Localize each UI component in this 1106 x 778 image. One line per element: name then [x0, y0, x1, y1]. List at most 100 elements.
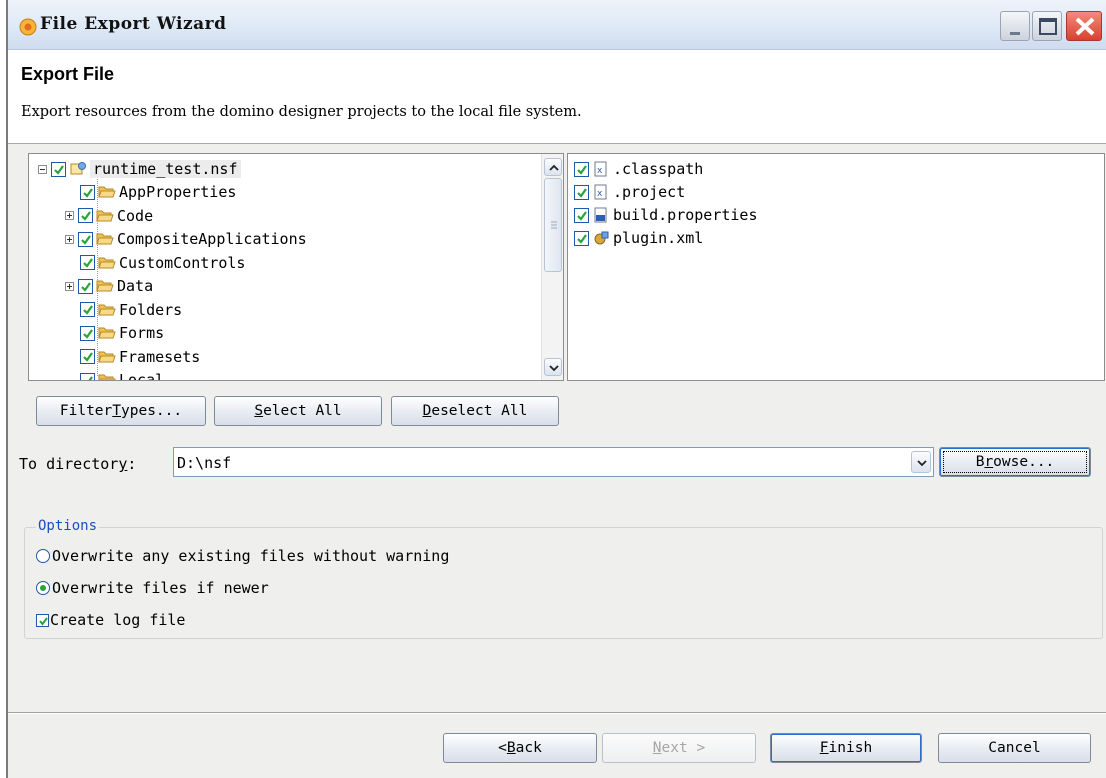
tree-item-label: Local [119, 371, 165, 381]
scroll-down-button[interactable] [544, 358, 562, 376]
export-wizard-window: File Export Wizard Export File Export re… [6, 0, 1106, 778]
directory-dropdown-button[interactable] [911, 451, 931, 473]
folder-icon [98, 374, 116, 380]
create-log-option[interactable]: Create log file [36, 611, 185, 629]
xml-file-icon: x [594, 161, 607, 177]
xml-file-icon: x [594, 184, 607, 200]
checkbox[interactable] [574, 230, 589, 246]
tree-item[interactable]: AppProperties [65, 181, 236, 203]
tree-item-label: CompositeApplications [117, 230, 307, 248]
folder-icon [98, 327, 116, 339]
folder-icon [98, 304, 116, 315]
tree-item[interactable]: Data [65, 275, 153, 297]
app-icon [19, 18, 37, 36]
svg-text:x: x [597, 166, 603, 176]
file-item-label: .project [613, 183, 686, 201]
chevron-down-icon [549, 365, 559, 372]
tree-item[interactable]: CustomControls [65, 252, 245, 274]
tree-item[interactable]: Code [65, 205, 153, 227]
checkbox[interactable] [78, 208, 93, 223]
footer-separator [8, 712, 1106, 714]
finish-button[interactable]: Finish [770, 733, 922, 763]
tree-item[interactable]: Folders [65, 299, 182, 321]
file-item-label: plugin.xml [613, 229, 704, 247]
tree-root[interactable]: runtime_test.nsf [38, 158, 241, 180]
checkbox[interactable] [80, 349, 95, 364]
tree-item-label: Data [117, 277, 154, 295]
tree-item[interactable]: Framesets [65, 346, 200, 368]
checkbox[interactable] [78, 231, 93, 247]
filter-types-button[interactable]: Filter Types... [36, 396, 206, 426]
close-icon [1075, 17, 1095, 36]
plugin-file-icon [594, 231, 609, 245]
select-all-button[interactable]: Select All [214, 396, 382, 426]
browse-button[interactable]: Br owse... [939, 447, 1091, 477]
folder-icon [96, 280, 114, 292]
file-item[interactable]: build.properties [574, 204, 758, 226]
overwrite-if-newer-option[interactable]: Overwrite files if newer [36, 579, 269, 597]
tree-item-label: Code [117, 206, 154, 225]
deselect-all-button[interactable]: Deselect All [391, 396, 559, 426]
folder-icon [98, 186, 116, 198]
checkbox[interactable] [80, 255, 95, 270]
checkbox[interactable] [78, 278, 93, 294]
file-item[interactable]: x .classpath [574, 158, 703, 180]
tree-item-label: CustomControls [119, 253, 246, 272]
checkbox[interactable] [574, 184, 589, 200]
checkbox[interactable] [51, 161, 66, 177]
checkbox[interactable] [80, 372, 95, 380]
tree-item[interactable]: Local [65, 369, 165, 381]
folder-icon [96, 210, 114, 221]
page-description: Export resources from the domino designe… [21, 104, 582, 120]
file-list[interactable]: x .classpath x .project build.properties plug… [567, 153, 1105, 381]
tree-item[interactable]: CompositeApplications [65, 228, 307, 250]
folder-icon [96, 233, 114, 245]
project-tree[interactable]: runtime_test.nsf AppProperties Code Compos… [28, 153, 564, 381]
window-title: File Export Wizard [40, 14, 227, 34]
svg-text:x: x [597, 189, 603, 199]
file-item[interactable]: plugin.xml [574, 227, 703, 249]
tree-scrollbar[interactable] [541, 154, 563, 380]
maximize-button[interactable] [1032, 11, 1062, 41]
expand-icon[interactable] [65, 211, 74, 220]
directory-input[interactable]: D:\nsf [177, 454, 231, 472]
checkbox[interactable] [80, 302, 95, 317]
checkbox[interactable] [574, 161, 589, 177]
tree-item-label: Framesets [119, 347, 201, 366]
minimize-button[interactable] [1000, 11, 1030, 41]
scroll-up-button[interactable] [544, 158, 562, 176]
wizard-header: Export File Export resources from the do… [8, 50, 1106, 144]
radio-button[interactable] [36, 581, 50, 595]
folder-icon [98, 351, 116, 362]
radio-button[interactable] [36, 549, 50, 563]
overwrite-without-warning-option[interactable]: Overwrite any existing files without war… [36, 547, 449, 565]
next-button[interactable]: Next > [602, 733, 756, 763]
expand-icon[interactable] [65, 281, 74, 291]
collapse-icon[interactable] [38, 164, 47, 174]
checkbox[interactable] [574, 207, 589, 223]
directory-label: To directory: [19, 455, 137, 473]
file-item[interactable]: x .project [574, 181, 685, 203]
minimize-icon [1010, 32, 1020, 35]
file-item-label: .classpath [613, 160, 704, 178]
checkbox[interactable] [80, 184, 95, 200]
close-button[interactable] [1066, 11, 1102, 41]
expand-icon[interactable] [65, 234, 74, 244]
chevron-down-icon [917, 460, 927, 467]
cancel-button[interactable]: Cancel [938, 733, 1091, 763]
chevron-up-icon [549, 164, 559, 171]
options-legend: Options [36, 518, 100, 534]
back-button[interactable]: < Back [443, 733, 597, 763]
directory-combo[interactable]: D:\nsf [173, 447, 934, 477]
scroll-thumb[interactable] [544, 178, 562, 272]
tree-item[interactable]: Forms [65, 322, 164, 344]
create-log-checkbox[interactable] [36, 613, 49, 627]
checkbox[interactable] [80, 325, 95, 341]
tree-item-label: AppProperties [119, 183, 237, 201]
page-title: Export File [21, 64, 115, 84]
database-icon [70, 162, 86, 175]
